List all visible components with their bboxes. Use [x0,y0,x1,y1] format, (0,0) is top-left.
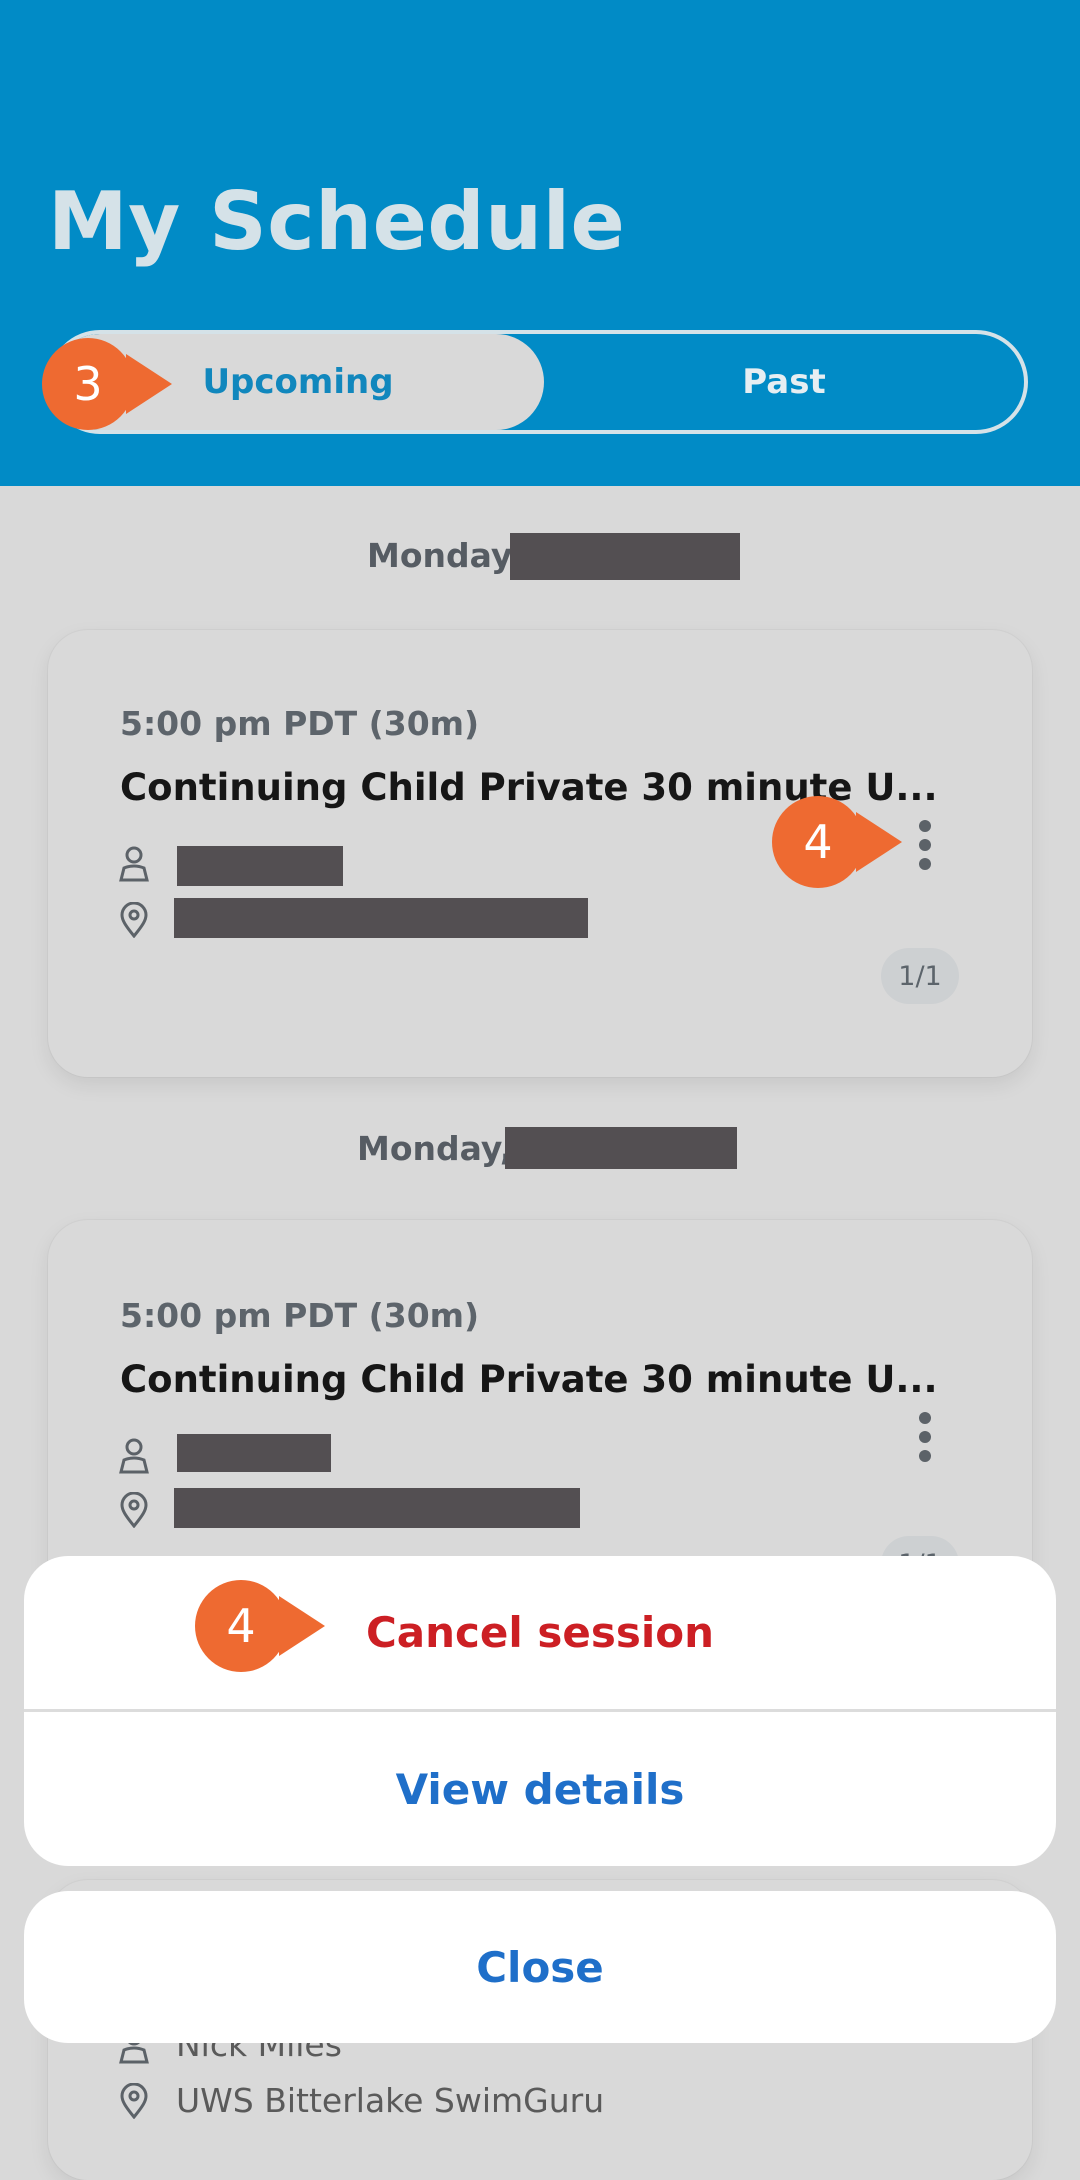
page-title: My Schedule [48,175,626,268]
day-heading: Monday, [357,1129,513,1168]
more-options-icon[interactable] [919,820,933,877]
location-name: UWS Bitterlake SwimGuru [176,2081,605,2120]
schedule-tabs: Upcoming Past [48,330,1028,434]
redacted-date [505,1127,737,1169]
person-icon [119,1438,149,1474]
cancel-session-button[interactable]: Cancel session [24,1556,1056,1709]
close-sheet: Close [24,1891,1056,2043]
tab-past[interactable]: Past [544,334,1024,430]
redacted-instructor [177,1434,331,1472]
redacted-location [174,1488,580,1528]
more-options-icon[interactable] [919,1412,933,1469]
redacted-location [174,898,588,938]
location-pin-icon [120,1492,148,1528]
day-heading: Monday, [367,536,523,575]
capacity-badge: 1/1 [881,948,959,1004]
step-marker-3: 3 [42,338,134,430]
redacted-instructor [177,846,343,886]
location-pin-icon [120,2083,148,2119]
session-title: Continuing Child Private 30 minute U... [120,1358,938,1401]
redacted-date [510,533,740,580]
person-icon [119,846,149,882]
action-sheet: Cancel session View details [24,1556,1056,1866]
session-time: 5:00 pm PDT (30m) [120,704,480,743]
header: My Schedule Upcoming Past 3 [0,0,1080,486]
view-details-button[interactable]: View details [24,1712,1056,1866]
location-pin-icon [120,902,148,938]
step-marker-4: 4 [195,1580,287,1672]
step-marker-4: 4 [772,796,864,888]
close-button[interactable]: Close [24,1891,1056,2043]
session-time: 5:00 pm PDT (30m) [120,1296,480,1335]
session-card[interactable]: 5:00 pm PDT (30m) Continuing Child Priva… [48,630,1032,1077]
